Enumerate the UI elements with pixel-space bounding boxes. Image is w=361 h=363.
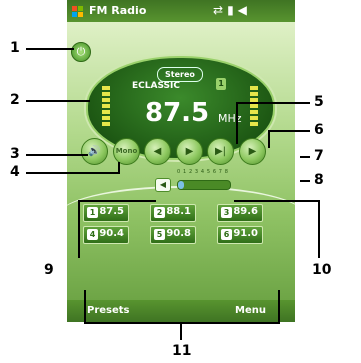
signal-meter-left	[102, 86, 110, 128]
preset-button-1[interactable]: 1 87.5	[83, 204, 129, 222]
speaker-button[interactable]: 🔊	[81, 138, 108, 165]
callout-9-vline	[78, 200, 80, 258]
signal-meter-right	[250, 86, 258, 128]
callout-6: 6	[314, 122, 324, 138]
menu-softkey[interactable]: Menu	[235, 305, 266, 316]
fm-radio-screen: FM Radio ⇄▮◀ ⏻ Stereo ECLASSIC 1 87.5 MH…	[67, 0, 295, 322]
power-button[interactable]: ⏻	[71, 42, 91, 62]
callout-8-line	[300, 180, 310, 182]
volume-slider[interactable]	[177, 180, 231, 190]
preset-button-3[interactable]: 3 89.6	[217, 204, 263, 222]
callout-1: 1	[10, 40, 20, 56]
presets-softkey[interactable]: Presets	[87, 305, 130, 316]
volume-slider-fill	[178, 181, 184, 189]
callout-6-vline	[268, 130, 270, 148]
callout-4-vline	[118, 162, 120, 174]
windows-start-icon[interactable]	[71, 4, 85, 18]
callout-10-vline	[318, 200, 320, 258]
connectivity-icon[interactable]: ⇄	[213, 3, 227, 17]
mono-button[interactable]: Mono	[113, 138, 140, 165]
callout-10-line	[234, 200, 318, 202]
callout-2-line	[26, 100, 90, 102]
seek-back-icon[interactable]: ◀	[144, 138, 171, 165]
callout-4-line	[26, 172, 118, 174]
seek-forward-icon[interactable]: ▶	[239, 138, 266, 165]
callout-11-vline-center	[180, 322, 182, 340]
frequency-unit: MHz	[218, 112, 242, 125]
callout-4: 4	[10, 164, 20, 180]
preset-indicator: 1	[216, 78, 226, 90]
callout-5: 5	[314, 94, 324, 110]
callout-3-line	[26, 154, 88, 156]
callout-5-vline	[236, 102, 238, 144]
callout-6-line	[268, 130, 310, 132]
callout-5-line	[236, 102, 310, 104]
tune-forward-icon[interactable]: ▶	[176, 138, 203, 165]
callout-11-line	[84, 322, 280, 324]
callout-3: 3	[10, 146, 20, 162]
app-title: FM Radio	[89, 4, 147, 17]
frequency-value: 87.5	[145, 98, 210, 128]
preset-button-4[interactable]: 4 90.4	[83, 226, 129, 244]
scan-icon[interactable]: ▶|	[207, 138, 234, 165]
preset-button-2[interactable]: 2 88.1	[150, 204, 196, 222]
callout-11-vline-left	[84, 290, 86, 322]
callout-7-line	[300, 156, 310, 158]
callout-2: 2	[10, 92, 20, 108]
station-name: ECLASSIC	[132, 81, 180, 91]
softkey-bar: Presets Menu	[67, 300, 295, 322]
title-bar: FM Radio ⇄▮◀	[67, 0, 295, 22]
callout-1-line	[26, 48, 74, 50]
callout-9-line	[78, 200, 156, 202]
mute-button[interactable]: ◀	[155, 178, 171, 192]
radio-content: ⏻ Stereo ECLASSIC 1 87.5 MHz 🔊 Mono ◀ ▶ …	[67, 22, 295, 300]
stereo-indicator: Stereo	[157, 67, 203, 82]
preset-button-6[interactable]: 6 91.0	[217, 226, 263, 244]
callout-11: 11	[172, 343, 192, 359]
preset-button-5[interactable]: 5 90.8	[150, 226, 196, 244]
callout-11-vline-right	[278, 290, 280, 322]
callout-8: 8	[314, 172, 324, 188]
status-icons: ⇄▮◀	[213, 3, 251, 17]
callout-10: 10	[312, 262, 332, 278]
volume-icon[interactable]: ◀	[238, 3, 251, 17]
callout-7: 7	[314, 148, 324, 164]
callout-9: 9	[44, 262, 54, 278]
signal-icon[interactable]: ▮	[227, 3, 238, 17]
volume-scale: 0 1 2 3 4 5 6 7 8	[177, 169, 229, 175]
